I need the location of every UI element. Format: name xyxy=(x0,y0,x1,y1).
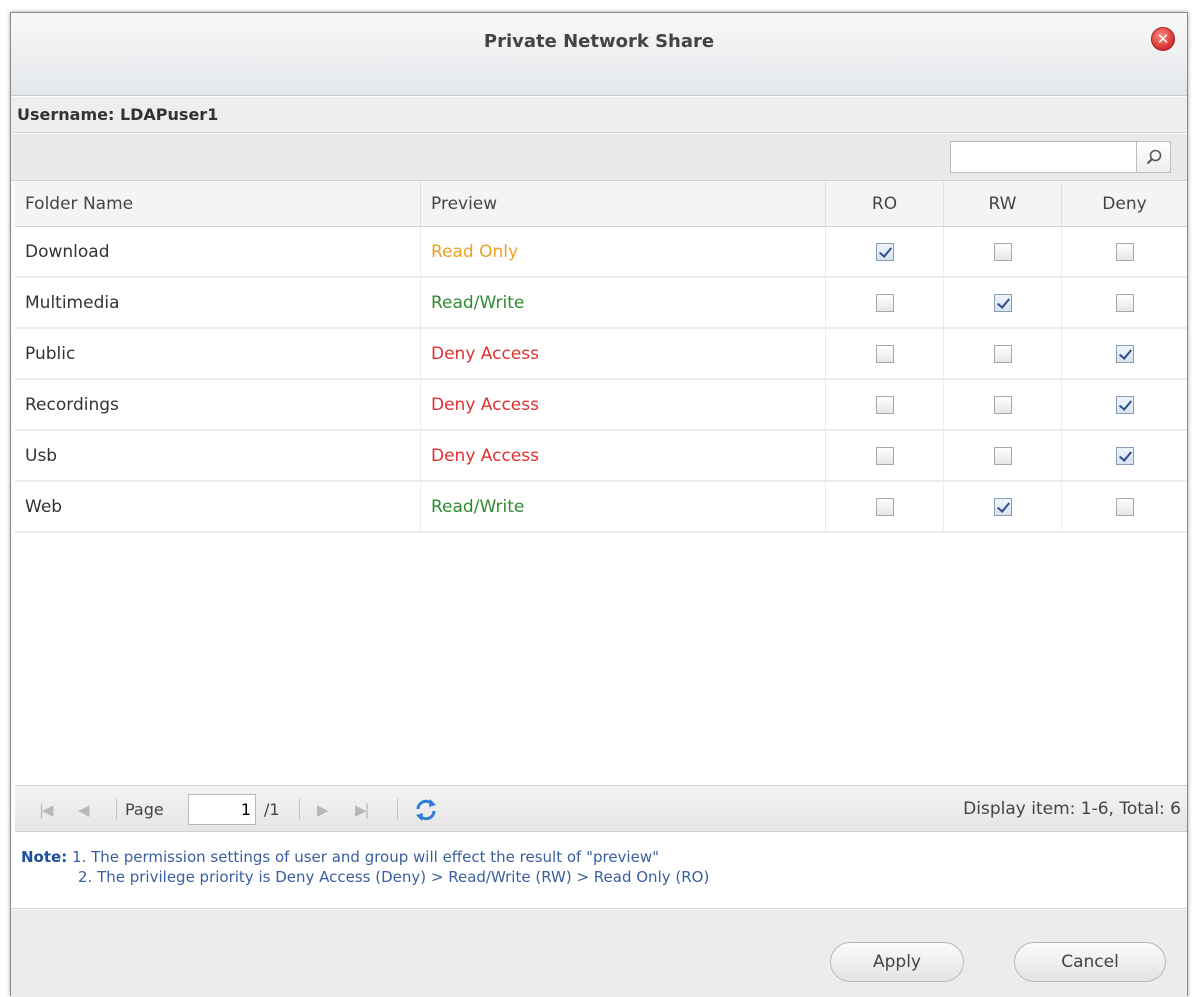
rw-checkbox[interactable] xyxy=(993,293,1012,312)
display-item-info: Display item: 1-6, Total: 6 xyxy=(963,799,1181,819)
deny-checkbox[interactable] xyxy=(1115,446,1134,465)
column-header-preview[interactable]: Preview xyxy=(421,182,826,226)
folder-permission-table: Folder Name Preview RO RW Deny Download … xyxy=(15,182,1187,785)
folder-name-cell: Web xyxy=(15,482,421,531)
folder-name-cell: Public xyxy=(15,329,421,378)
table-row: Public Deny Access xyxy=(15,329,1187,380)
deny-checkbox[interactable] xyxy=(1115,395,1134,414)
search-button[interactable] xyxy=(1136,141,1171,173)
rw-checkbox[interactable] xyxy=(993,446,1012,465)
refresh-icon[interactable] xyxy=(413,786,439,833)
folder-name-cell: Usb xyxy=(15,431,421,480)
table-row: Recordings Deny Access xyxy=(15,380,1187,431)
dialog-titlebar: Private Network Share ✕ xyxy=(11,13,1187,96)
ro-checkbox[interactable] xyxy=(875,446,894,465)
folder-name-cell: Multimedia xyxy=(15,278,421,327)
cancel-button[interactable]: Cancel xyxy=(1014,942,1166,982)
private-network-share-dialog: Private Network Share ✕ Username: LDAPus… xyxy=(10,12,1188,997)
pager-divider xyxy=(397,798,398,820)
rw-checkbox[interactable] xyxy=(993,344,1012,363)
note-section: Note: 1. The permission settings of user… xyxy=(11,833,1187,909)
first-page-icon[interactable]: |◀ xyxy=(39,786,54,833)
column-header-deny[interactable]: Deny xyxy=(1062,182,1187,226)
column-header-rw[interactable]: RW xyxy=(944,182,1062,226)
page-label: Page xyxy=(125,800,164,819)
deny-checkbox[interactable] xyxy=(1115,293,1134,312)
table-row: Web Read/Write xyxy=(15,482,1187,533)
dialog-footer: Apply Cancel xyxy=(11,910,1187,997)
search-toolbar xyxy=(11,134,1187,181)
page-number-input[interactable] xyxy=(188,794,256,825)
rw-checkbox[interactable] xyxy=(993,497,1012,516)
preview-cell: Read Only xyxy=(421,227,826,276)
preview-cell: Deny Access xyxy=(421,431,826,480)
pager-divider xyxy=(116,798,117,820)
search-input[interactable] xyxy=(950,141,1136,173)
deny-checkbox[interactable] xyxy=(1115,497,1134,516)
previous-page-icon[interactable]: ◀ xyxy=(78,786,89,833)
table-row: Download Read Only xyxy=(15,227,1187,278)
preview-cell: Deny Access xyxy=(421,329,826,378)
ro-checkbox[interactable] xyxy=(875,395,894,414)
next-page-icon[interactable]: ▶ xyxy=(317,786,328,833)
pagination-bar: |◀ ◀ Page /1 ▶ ▶| Display item: 1-6, Tot… xyxy=(15,785,1187,832)
preview-cell: Deny Access xyxy=(421,380,826,429)
deny-checkbox[interactable] xyxy=(1115,344,1134,363)
ro-checkbox[interactable] xyxy=(875,344,894,363)
folder-name-cell: Recordings xyxy=(15,380,421,429)
pager-divider xyxy=(299,798,300,820)
column-header-folder-name[interactable]: Folder Name xyxy=(15,182,421,226)
folder-name-cell: Download xyxy=(15,227,421,276)
deny-checkbox[interactable] xyxy=(1115,242,1134,261)
ro-checkbox[interactable] xyxy=(875,242,894,261)
preview-cell: Read/Write xyxy=(421,482,826,531)
search-icon xyxy=(1146,149,1162,165)
table-row: Usb Deny Access xyxy=(15,431,1187,482)
note-line-1: 1. The permission settings of user and g… xyxy=(71,848,659,866)
preview-cell: Read/Write xyxy=(421,278,826,327)
column-header-ro[interactable]: RO xyxy=(826,182,944,226)
ro-checkbox[interactable] xyxy=(875,293,894,312)
username-label: Username: LDAPuser1 xyxy=(11,97,1187,133)
table-row: Multimedia Read/Write xyxy=(15,278,1187,329)
close-icon[interactable]: ✕ xyxy=(1151,27,1175,51)
page-total: /1 xyxy=(264,800,280,819)
ro-checkbox[interactable] xyxy=(875,497,894,516)
dialog-title: Private Network Share xyxy=(483,31,715,52)
rw-checkbox[interactable] xyxy=(993,395,1012,414)
apply-button[interactable]: Apply xyxy=(830,942,964,982)
note-label: Note: xyxy=(21,848,68,866)
note-line-2: 2. The privilege priority is Deny Access… xyxy=(78,868,710,886)
last-page-icon[interactable]: ▶| xyxy=(355,786,370,833)
rw-checkbox[interactable] xyxy=(993,242,1012,261)
table-header: Folder Name Preview RO RW Deny xyxy=(15,182,1187,227)
